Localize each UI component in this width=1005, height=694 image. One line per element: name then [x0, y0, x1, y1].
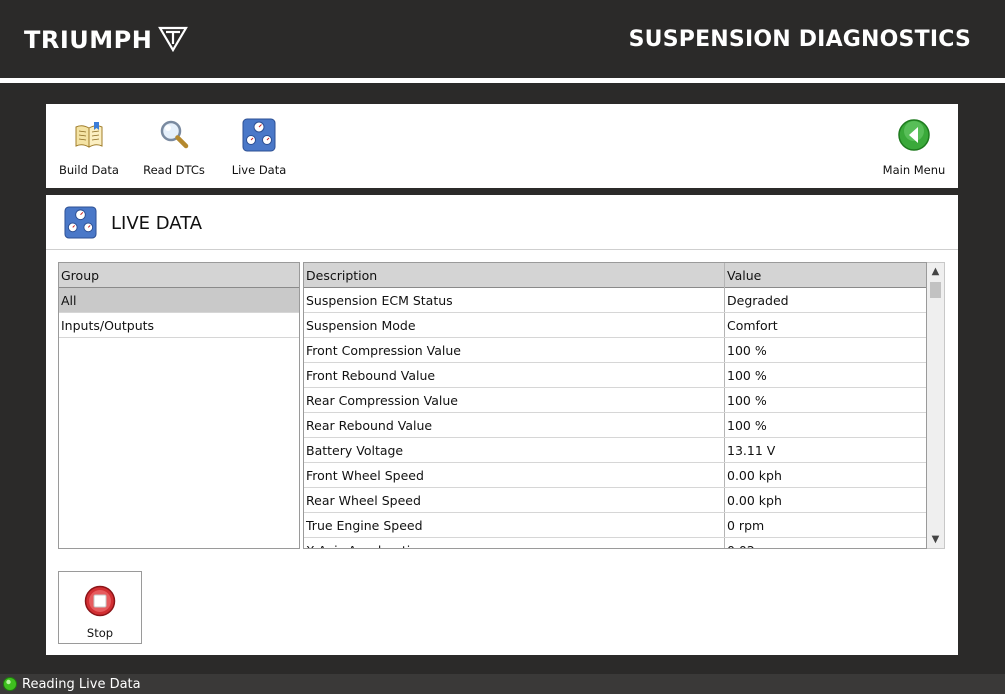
section-header: LIVE DATA: [46, 195, 958, 250]
live-data-table: Description Value Suspension ECM Status D…: [303, 262, 927, 549]
table-row[interactable]: Rear Compression Value 100 %: [304, 388, 926, 413]
table-row[interactable]: Front Compression Value 100 %: [304, 338, 926, 363]
row-description: True Engine Speed: [304, 513, 725, 537]
book-icon: [75, 122, 103, 148]
stop-button[interactable]: Stop: [58, 571, 142, 644]
row-description: Suspension ECM Status: [304, 288, 725, 312]
row-value: 0.00 kph: [727, 467, 782, 483]
table-row[interactable]: Rear Wheel Speed 0.00 kph: [304, 488, 926, 513]
group-list: Group All Inputs/Outputs: [58, 262, 300, 549]
row-description: Front Wheel Speed: [304, 463, 725, 487]
group-item-all[interactable]: All: [59, 288, 299, 313]
stop-icon: [84, 585, 116, 617]
description-column-header[interactable]: Description: [304, 263, 725, 288]
gauges-icon: [242, 118, 276, 152]
table-row[interactable]: Suspension ECM Status Degraded: [304, 288, 926, 313]
table-row[interactable]: Battery Voltage 13.11 V: [304, 438, 926, 463]
live-data-panel: LIVE DATA Group All Inputs/Outputs Descr…: [46, 195, 958, 655]
app-header: TRIUMPH SUSPENSION DIAGNOSTICS: [0, 0, 1005, 78]
table-row[interactable]: Rear Rebound Value 100 %: [304, 413, 926, 438]
group-item-inputs-outputs[interactable]: Inputs/Outputs: [59, 313, 299, 338]
toolbar: Build Data Read DTCs Live Data Main Menu: [46, 104, 958, 188]
app-title: SUSPENSION DIAGNOSTICS: [628, 27, 971, 52]
build-data-label: Build Data: [59, 163, 119, 177]
app-window: TRIUMPH SUSPENSION DIAGNOSTICS Build Dat…: [0, 0, 1005, 694]
read-dtcs-label: Read DTCs: [143, 163, 205, 177]
triumph-logo: TRIUMPH: [24, 26, 189, 62]
back-arrow-icon: [898, 119, 930, 151]
status-text: Reading Live Data: [22, 676, 141, 692]
section-title: LIVE DATA: [111, 213, 203, 234]
table-row[interactable]: X-Axis Acceleration0.02 g: [304, 538, 926, 549]
row-value: 100 %: [727, 342, 767, 358]
row-value: 0.00 kph: [727, 492, 782, 508]
row-value: 100 %: [727, 367, 767, 383]
read-dtcs-button[interactable]: Read DTCs: [134, 118, 214, 177]
gauges-icon: [64, 206, 97, 239]
row-value: Degraded: [727, 292, 789, 308]
scroll-up-icon[interactable]: ▲: [927, 263, 944, 280]
row-value: 0.02 g: [725, 538, 926, 549]
row-value: Comfort: [727, 317, 778, 333]
row-description: Battery Voltage: [304, 438, 725, 462]
table-row[interactable]: True Engine Speed 0 rpm: [304, 513, 926, 538]
row-value: 100 %: [727, 392, 767, 408]
build-data-button[interactable]: Build Data: [49, 118, 129, 177]
row-description: Rear Compression Value: [304, 388, 725, 412]
live-data-button[interactable]: Live Data: [219, 118, 299, 177]
stop-label: Stop: [86, 626, 114, 640]
row-description: Front Compression Value: [304, 338, 725, 362]
table-row[interactable]: Front Wheel Speed 0.00 kph: [304, 463, 926, 488]
live-data-label: Live Data: [231, 163, 287, 177]
table-header: Description Value: [304, 263, 926, 288]
main-menu-label: Main Menu: [882, 163, 946, 177]
magnifier-icon: [160, 120, 189, 149]
row-value: 0 rpm: [727, 517, 765, 533]
group-item-label: All: [61, 292, 77, 308]
group-list-header[interactable]: Group: [59, 263, 299, 288]
scroll-down-icon[interactable]: ▼: [927, 531, 944, 548]
table-row[interactable]: Front Rebound Value 100 %: [304, 363, 926, 388]
row-description: Rear Rebound Value: [304, 413, 725, 437]
group-column-header: Group: [61, 267, 100, 283]
row-value: 100 %: [727, 417, 767, 433]
table-scrollbar[interactable]: ▲ ▼: [927, 262, 945, 549]
triumph-emblem-icon: [158, 26, 189, 52]
scroll-thumb[interactable]: [930, 282, 941, 298]
logo-wordmark: TRIUMPH: [24, 26, 153, 54]
row-value: 13.11 V: [727, 442, 776, 458]
row-description: Front Rebound Value: [304, 363, 725, 387]
header-divider: [0, 78, 1005, 83]
group-item-label: Inputs/Outputs: [61, 317, 155, 333]
value-column-header[interactable]: Value: [725, 263, 926, 288]
green-led-icon: [3, 677, 17, 691]
row-description: X-Axis Acceleration: [304, 538, 725, 548]
table-row[interactable]: Suspension Mode Comfort: [304, 313, 926, 338]
status-bar: Reading Live Data: [0, 674, 1005, 694]
row-description: Suspension Mode: [304, 313, 725, 337]
table-body: Suspension ECM Status Degraded Suspension…: [304, 288, 926, 549]
row-description: Rear Wheel Speed: [304, 488, 725, 512]
main-menu-button[interactable]: Main Menu: [874, 118, 954, 177]
